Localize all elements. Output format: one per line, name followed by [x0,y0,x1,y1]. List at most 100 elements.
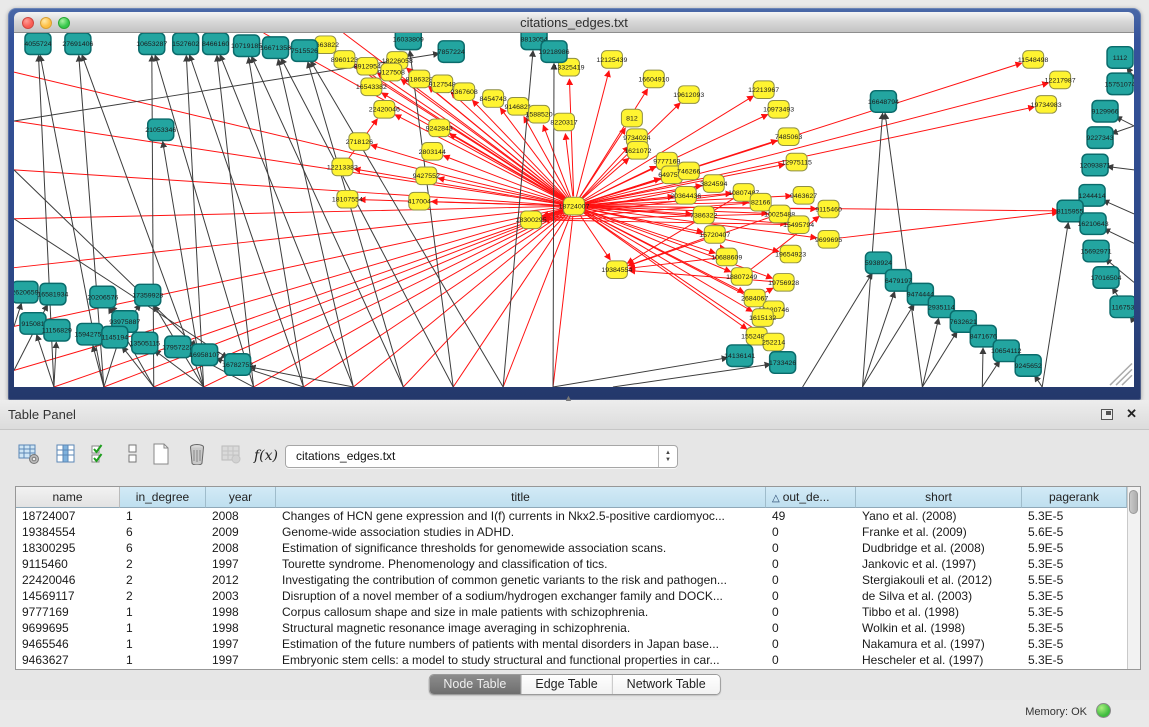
table-cell: 14569117 [16,588,120,604]
table-cell: 1997 [206,636,276,652]
select-columns-icon[interactable] [90,443,116,469]
graph-edge [613,364,771,387]
table-row[interactable]: 2242004622012Investigating the contribut… [16,572,1127,588]
table-row[interactable]: 969969511998Structural magnetic resonanc… [16,620,1127,636]
tab-node-table[interactable]: Node Table [429,675,520,694]
table-cell: Yano et al. (2008) [856,508,1022,524]
table-cell: 5.3E-5 [1022,620,1127,636]
graph-edge [1107,167,1134,170]
table-cell: Franke et al. (2009) [856,524,1022,540]
delete-table-icon[interactable] [220,443,246,469]
close-window-icon[interactable] [22,17,34,29]
graph-node-label: 7386322 [690,212,717,219]
tab-network-table[interactable]: Network Table [612,675,720,694]
column-header-year[interactable]: year [206,487,276,508]
table-cell: Estimation of the future numbers of pati… [276,636,766,652]
table-row[interactable]: 946362711997Embryonic stem cells: a mode… [16,652,1127,668]
graph-node-label: 9463627 [790,193,817,200]
graph-edge [54,342,56,387]
graph-node-label: 10688609 [711,254,742,261]
graph-edge [553,216,573,387]
network-window[interactable]: citations_edges.txt 18724007183002951938… [8,8,1141,400]
graph-node-label: 7857224 [438,49,465,56]
memory-status-label: Memory: OK [1025,706,1087,718]
graph-edge [553,63,554,387]
graph-node-label: 9699695 [815,237,842,244]
graph-node-label: 17016504 [1091,275,1122,282]
table-mode-icon[interactable] [18,443,44,469]
table-selector-dropdown[interactable]: citations_edges.txt ▲▼ [285,445,678,468]
graph-edge [403,213,567,387]
table-row[interactable]: 1830029562008Estimation of significance … [16,540,1127,556]
graph-node-label: 9777169 [653,159,680,166]
table-row[interactable]: 977716911998Corpus callosum shape and si… [16,604,1127,620]
graph-node-label: 16782753 [222,362,253,369]
column-header-out_de[interactable]: △out_de... [766,487,856,508]
table-cell: Jankovic et al. (1997) [856,556,1022,572]
graph-node-label: 2803144 [419,149,446,156]
graph-node-label: 746266 [677,168,700,175]
graph-node-label: 18107554 [332,197,363,204]
graph-node-label: 2935114 [928,304,955,311]
graph-edge [885,113,922,387]
function-builder-icon[interactable]: f(x) [254,443,280,469]
graph-node-label: 1112 [1113,55,1128,62]
table-cell: 9777169 [16,604,120,620]
column-header-pagerank[interactable]: pagerank [1022,487,1127,508]
table-cell: Embryonic stem cells: a model to study s… [276,652,766,668]
column-header-title[interactable]: title [276,487,766,508]
graph-node-label: 22420046 [369,107,400,114]
table-row[interactable]: 1872400712008Changes of HCN gene express… [16,508,1127,524]
graph-node-label: 12975115 [781,160,812,167]
column-header-name[interactable]: name [16,487,120,508]
attribute-table: namein_degreeyeartitle△out_de...shortpag… [15,486,1141,670]
graph-node-label: 2684067 [741,296,768,303]
close-panel-icon[interactable]: ✕ [1126,406,1137,422]
table-row[interactable]: 911546021997Tourette syndrome. Phenomeno… [16,556,1127,572]
graph-edge [862,292,894,387]
graph-node-label: 9734024 [623,135,650,142]
graph-node-label: 7485063 [775,134,802,141]
table-cell: 0 [766,620,856,636]
scrollbar-thumb[interactable] [1129,490,1138,514]
graph-edge [1103,200,1134,214]
table-row[interactable]: 1938455462009Genome-wide association stu… [16,524,1127,540]
float-panel-icon[interactable] [1101,409,1113,420]
graph-edge [862,304,914,387]
graph-node-label: 4055724 [24,41,51,48]
new-column-icon[interactable] [150,443,176,469]
column-header-in_degree[interactable]: in_degree [120,487,206,508]
vertical-scrollbar[interactable] [1127,487,1140,669]
table-row[interactable]: 1456911722003Disruption of a novel membe… [16,588,1127,604]
tab-edge-table[interactable]: Edge Table [520,675,611,694]
splitter-handle[interactable]: ▲ [564,393,573,403]
graph-edge [582,96,753,201]
row-options-icon[interactable] [122,443,148,469]
table-cell: Tibbo et al. (1998) [856,604,1022,620]
table-row[interactable]: 946554611997Estimation of the future num… [16,636,1127,652]
table-cell: Estimation of significance thresholds fo… [276,540,766,556]
table-cell: 6 [120,540,206,556]
network-view-canvas[interactable]: 1872400718300295193845547663822896012389… [14,33,1134,387]
graph-node-label: 252214 [762,340,785,347]
graph-node-label: 14136141 [724,353,755,360]
table-cell: 22420046 [16,572,120,588]
window-resize-grip[interactable] [1110,364,1132,386]
table-cell: 9465546 [16,636,120,652]
table-selector-value: citations_edges.txt [296,446,395,467]
minimize-window-icon[interactable] [40,17,52,29]
delete-column-icon[interactable] [186,443,212,469]
graph-node-label: 17957223 [162,344,193,351]
zoom-window-icon[interactable] [58,17,70,29]
graph-node-label: 93975887 [109,319,140,326]
graph-node-label: 8471676 [970,334,997,341]
column-header-short[interactable]: short [856,487,1022,508]
graph-node-label: 15495794 [783,222,814,229]
table-cell: 18724007 [16,508,120,524]
graph-edge [569,79,573,196]
table-cell: Stergiakouli et al. (2012) [856,572,1022,588]
show-column-icon[interactable] [55,443,81,469]
window-titlebar[interactable]: citations_edges.txt [14,12,1134,33]
graph-node-label: 10719185 [231,43,262,50]
graph-node-label: 8466160 [202,41,229,48]
